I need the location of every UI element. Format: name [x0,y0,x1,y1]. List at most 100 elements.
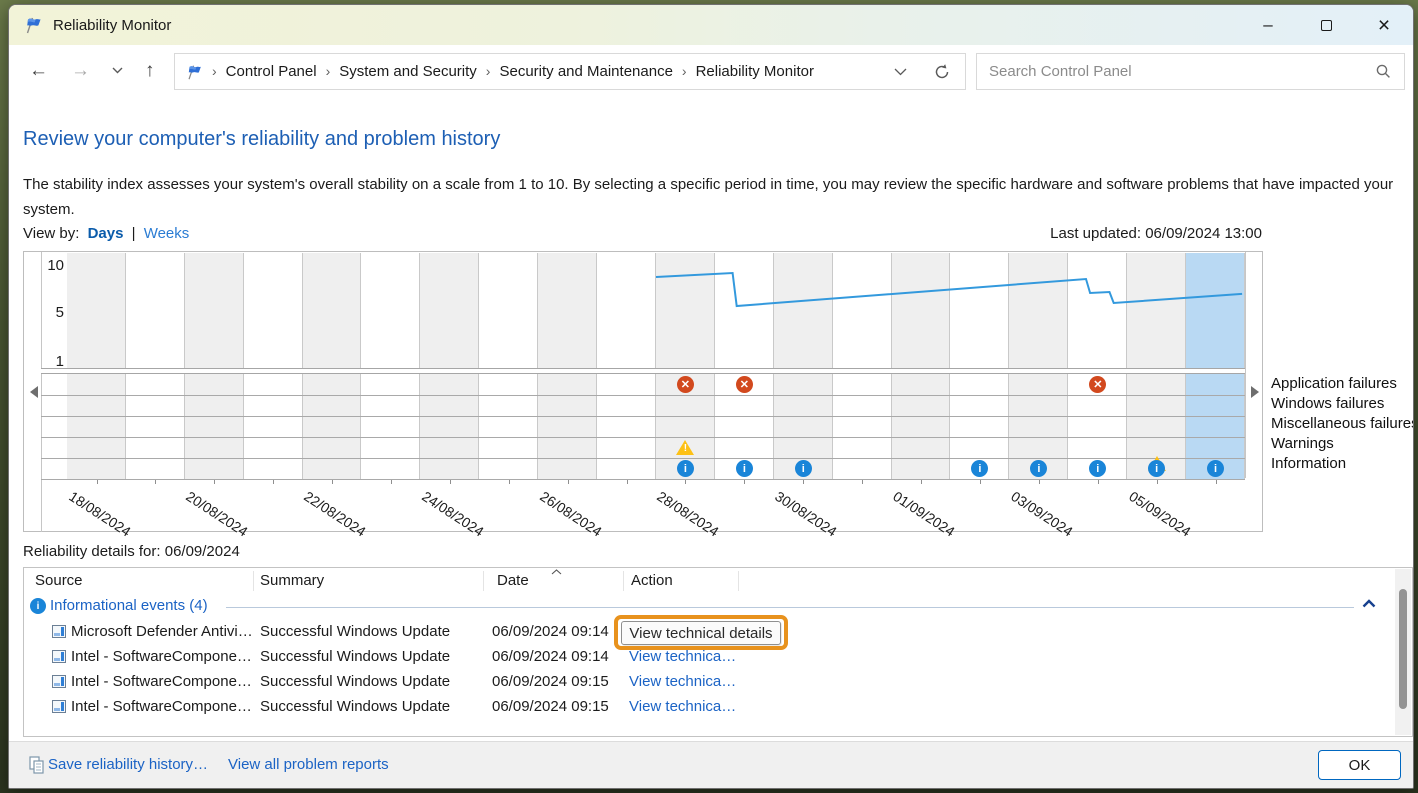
info-icon: i [30,598,46,614]
save-history-icon [29,756,46,774]
breadcrumb-dropdown-icon[interactable] [894,68,907,76]
application-failure-icon[interactable]: ✕ [677,376,694,393]
chart-row-gridline [41,458,1245,459]
chart-scroll-right-icon[interactable] [1251,386,1259,398]
application-failure-icon[interactable]: ✕ [736,376,753,393]
column-header-source[interactable]: Source [35,572,83,589]
chart-row-labels: Application failuresWindows failuresMisc… [1271,374,1414,474]
table-row[interactable]: Intel - SoftwareCompone… Successful Windo… [24,645,1412,670]
breadcrumb-item-reliability-monitor[interactable]: Reliability Monitor [696,63,814,80]
chart-row-gridline [41,437,1245,438]
cell-date: 06/09/2024 09:15 [492,673,609,690]
cell-date: 06/09/2024 09:14 [492,623,609,640]
x-axis-date-label: 01/09/2024 [890,488,957,540]
column-header-summary[interactable]: Summary [260,572,324,589]
stability-index-line [67,253,1245,368]
information-event-icon[interactable]: i [795,460,812,477]
table-row[interactable]: Microsoft Defender Antivi…Successful Win… [24,620,1412,645]
view-by-label: View by: [23,225,79,242]
information-event-icon[interactable]: i [677,460,694,477]
details-table: i Informational events (4) Source Summary… [23,567,1413,737]
back-button[interactable]: ← [29,58,48,84]
breadcrumb-item-security-and-maintenance[interactable]: Security and Maintenance [499,63,672,80]
cell-summary: Successful Windows Update [260,698,450,715]
view-by-days-link[interactable]: Days [88,225,124,242]
maximize-button[interactable] [1297,5,1355,45]
ok-button[interactable]: OK [1318,750,1401,780]
x-axis-date-label: 22/08/2024 [301,488,368,540]
window-title: Reliability Monitor [53,17,171,34]
y-axis-tick-5: 5 [40,304,64,321]
refresh-icon[interactable] [933,63,951,81]
cell-summary: Successful Windows Update [260,648,450,665]
table-row[interactable]: Intel - SoftwareCompone…Successful Windo… [24,695,1412,720]
group-label[interactable]: Informational events (4) [50,597,208,614]
cell-date: 06/09/2024 09:15 [492,698,609,715]
x-axis-date-label: 26/08/2024 [537,488,604,540]
breadcrumb-item-system-and-security[interactable]: System and Security [339,63,477,80]
details-title: Reliability details for: 06/09/2024 [23,543,240,560]
footer-bar: Save reliability history… View all probl… [9,741,1413,788]
crumb-separator-icon: › [212,63,217,79]
information-event-icon[interactable]: i [1207,460,1224,477]
title-bar: Reliability Monitor – × [9,5,1413,45]
x-axis-date-label: 05/09/2024 [1126,488,1193,540]
main-content: Review your computer's reliability and p… [9,97,1413,743]
chart-row-label-warnings: Warnings [1271,434,1414,454]
column-header-action[interactable]: Action [631,572,673,589]
save-reliability-history-link[interactable]: Save reliability history… [48,756,208,773]
x-axis-date-label: 28/08/2024 [655,488,722,540]
crumb-separator-icon: › [326,63,331,79]
chart-scroll-left-icon[interactable] [30,386,38,398]
maximize-icon [1321,20,1332,31]
chart-row-label-information: Information [1271,454,1414,474]
minimize-button[interactable]: – [1239,5,1297,45]
column-divider [623,571,624,591]
application-window-icon [52,650,66,663]
forward-button[interactable]: → [71,58,90,84]
cell-source: Intel - SoftwareCompone… [71,673,252,690]
informational-events-group-row[interactable]: i Informational events (4) [24,594,1412,620]
search-icon[interactable] [1375,63,1392,80]
column-divider [253,571,254,591]
column-header-date[interactable]: Date [497,572,529,589]
x-axis-date-label: 18/08/2024 [66,488,133,540]
search-box [976,53,1405,90]
view-technical-details-button[interactable]: View technical details [621,621,781,645]
warning-icon[interactable]: ! [676,440,694,456]
table-row[interactable]: Intel - SoftwareCompone… Successful Windo… [24,670,1412,695]
crumb-separator-icon: › [682,63,687,79]
cell-source: Intel - SoftwareCompone… [71,648,252,665]
up-button[interactable]: ↑ [145,58,155,84]
view-by-weeks-link[interactable]: Weeks [144,225,190,242]
sort-ascending-icon[interactable] [551,569,562,575]
view-technical-details-link[interactable]: View technica… [629,648,736,665]
page-title: Review your computer's reliability and p… [23,128,500,151]
y-axis-tick-10: 10 [40,257,64,274]
close-button[interactable]: × [1355,5,1413,45]
view-by-separator: | [132,225,136,242]
reliability-monitor-window: Reliability Monitor – × ← → ↑ › Control P… [8,4,1414,789]
view-technical-details-link[interactable]: View technica… [629,673,736,690]
x-axis-date-label: 20/08/2024 [184,488,251,540]
application-window-icon [52,700,66,713]
search-input[interactable] [989,63,1375,80]
group-divider [226,607,1354,608]
x-axis-date-label: 30/08/2024 [773,488,840,540]
chart-row-gridline [41,416,1245,417]
application-window-icon [52,675,66,688]
breadcrumb[interactable]: › Control Panel › System and Security › Secur… [174,53,966,90]
cell-source: Microsoft Defender Antivi… [71,623,253,640]
stability-chart[interactable]: 105118/08/202420/08/202422/08/202424/08/… [23,251,1263,532]
information-event-icon[interactable]: i [1148,460,1165,477]
information-event-icon[interactable]: i [736,460,753,477]
breadcrumb-item-control-panel[interactable]: Control Panel [226,63,317,80]
chart-section-divider [41,368,1245,374]
recent-pages-chevron-icon[interactable] [112,67,123,74]
collapse-group-icon[interactable] [1362,599,1376,608]
cell-summary: Successful Windows Update [260,673,450,690]
view-all-problem-reports-link[interactable]: View all problem reports [228,756,389,773]
view-technical-details-link[interactable]: View technica… [629,698,736,715]
chart-row-label-windows-failures: Windows failures [1271,394,1414,414]
chart-row-gridline [41,479,1245,480]
